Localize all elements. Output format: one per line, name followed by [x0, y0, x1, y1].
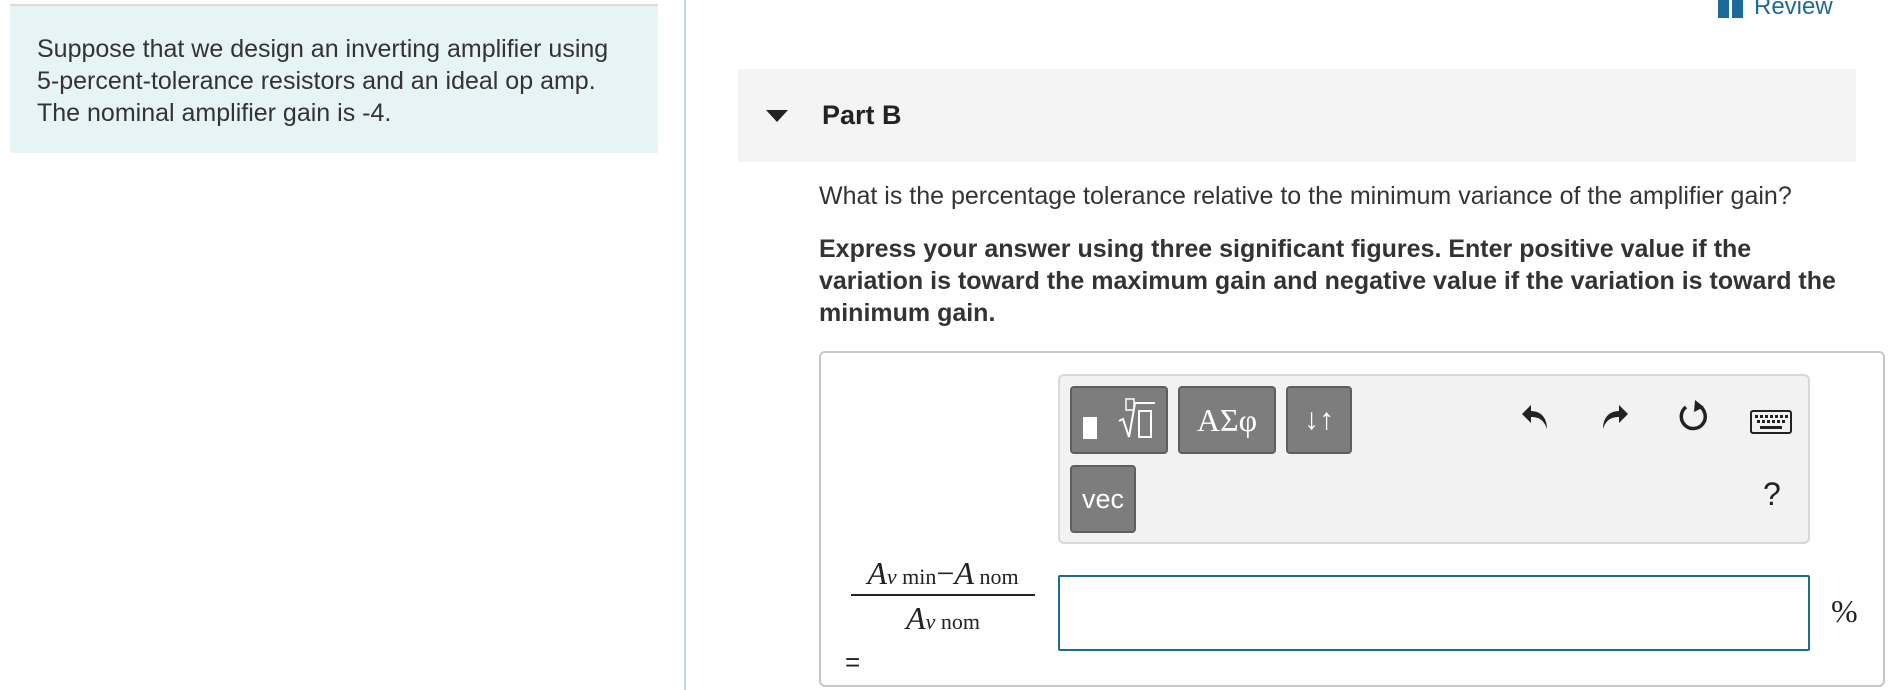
answer-instructions: Express your answer using three signific… — [819, 235, 1836, 327]
minus-sign: − — [936, 555, 955, 591]
fraction-bar — [851, 594, 1035, 596]
keyboard-icon[interactable] — [1750, 410, 1792, 441]
problem-intro-pane: Suppose that we design an inverting ampl… — [0, 0, 686, 690]
book-icon — [1718, 0, 1744, 18]
templates-icon — [1079, 393, 1159, 448]
review-label: Review — [1754, 0, 1833, 20]
undo-icon[interactable] — [1519, 400, 1553, 439]
part-header[interactable]: Part B — [738, 69, 1856, 162]
templates-button[interactable] — [1070, 386, 1168, 454]
answer-box: ΑΣφ ↓↑ vec ? Av min−A nom Av nom = % — [819, 351, 1885, 687]
fraction-denominator: Av nom — [845, 600, 1041, 637]
subscript-v: v — [925, 609, 936, 634]
fraction-numerator: Av min−A nom — [845, 555, 1041, 592]
redo-icon[interactable] — [1597, 400, 1631, 439]
subscript-nom: nom — [935, 609, 980, 634]
math-toolbar: ΑΣφ ↓↑ vec ? — [1058, 374, 1810, 544]
subscript-min: min — [896, 564, 937, 589]
unit-label: % — [1831, 593, 1858, 629]
vector-button[interactable]: vec — [1070, 465, 1136, 533]
part-title: Part B — [822, 100, 902, 130]
symbol-a: A — [867, 555, 887, 591]
reset-icon[interactable] — [1675, 398, 1713, 441]
help-button[interactable]: ? — [1763, 476, 1781, 513]
subscript-v: v — [886, 564, 897, 589]
equals-sign: = — [845, 647, 861, 677]
review-link[interactable]: Review — [1718, 0, 1833, 22]
symbol-a: A — [954, 555, 974, 591]
subscript-nom: nom — [974, 564, 1019, 589]
problem-statement-text: Suppose that we design an inverting ampl… — [37, 35, 609, 127]
answer-lhs-fraction: Av min−A nom Av nom = — [845, 555, 1041, 678]
answer-input[interactable] — [1058, 575, 1810, 651]
question-text: What is the percentage tolerance relativ… — [819, 182, 1792, 210]
problem-statement: Suppose that we design an inverting ampl… — [10, 6, 658, 153]
greek-symbols-button[interactable]: ΑΣφ — [1178, 386, 1276, 454]
symbol-a: A — [906, 600, 926, 636]
subscript-superscript-button[interactable]: ↓↑ — [1286, 386, 1352, 454]
collapse-caret-icon[interactable] — [766, 109, 788, 122]
